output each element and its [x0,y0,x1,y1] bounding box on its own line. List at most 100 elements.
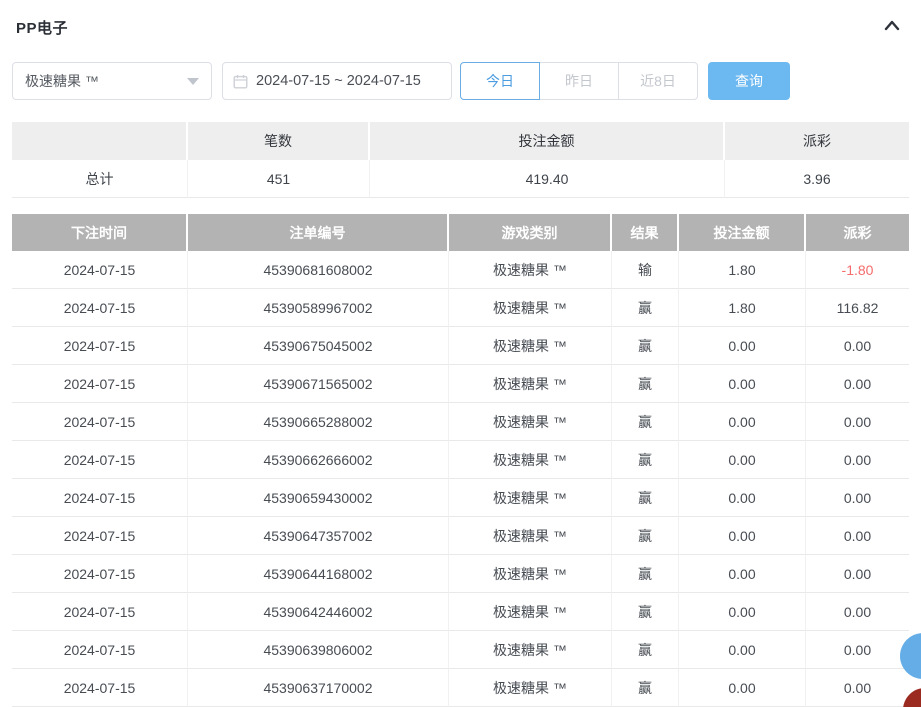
header-payout: 派彩 [806,214,909,251]
cell-result: 赢 [612,365,679,403]
cell-game: 极速糖果 ™ [449,289,612,327]
cell-bet-id: 45390637170002 [188,669,449,707]
table-row: 2024-07-1545390675045002极速糖果 ™赢0.000.00 [12,327,909,365]
cell-result: 赢 [612,289,679,327]
summary-header-count: 笔数 [188,122,370,160]
cell-game: 极速糖果 ™ [449,669,612,707]
summary-table: 笔数 投注金额 派彩 总计 451 419.40 3.96 [12,122,909,198]
cell-bet-time: 2024-07-15 [12,555,188,593]
cell-payout: -1.80 [806,251,909,289]
cell-bet-time: 2024-07-15 [12,479,188,517]
cell-payout: 0.00 [806,593,909,631]
panel-header: PP电子 [0,0,921,38]
cell-bet-id: 45390662666002 [188,441,449,479]
game-select-value: 极速糖果 ™ [25,71,99,91]
total-payout: 3.96 [725,160,909,198]
pp-electronic-panel: PP电子 极速糖果 ™ 2024-07-15 ~ 2024-07-15 今日 昨… [0,0,921,707]
cell-bet-time: 2024-07-15 [12,517,188,555]
last-8-days-button[interactable]: 近8日 [618,62,698,100]
cell-bet-id: 45390681608002 [188,251,449,289]
table-row: 2024-07-1545390644168002极速糖果 ™赢0.000.00 [12,555,909,593]
search-button[interactable]: 查询 [708,62,790,100]
table-row: 2024-07-1545390637170002极速糖果 ™赢0.000.00 [12,669,909,707]
cell-bet-amount: 0.00 [679,403,806,441]
cell-bet-id: 45390642446002 [188,593,449,631]
table-row: 2024-07-1545390681608002极速糖果 ™输1.80-1.80 [12,251,909,289]
cell-bet-amount: 0.00 [679,517,806,555]
cell-bet-amount: 0.00 [679,631,806,669]
cell-result: 赢 [612,631,679,669]
cell-bet-amount: 0.00 [679,441,806,479]
cell-bet-amount: 0.00 [679,327,806,365]
cell-game: 极速糖果 ™ [449,365,612,403]
cell-result: 赢 [612,327,679,365]
cell-game: 极速糖果 ™ [449,593,612,631]
total-bet-amount: 419.40 [370,160,725,198]
total-count: 451 [188,160,370,198]
cell-bet-id: 45390675045002 [188,327,449,365]
cell-bet-time: 2024-07-15 [12,289,188,327]
cell-bet-amount: 0.00 [679,669,806,707]
summary-header-row: 笔数 投注金额 派彩 [12,122,909,160]
cell-result: 赢 [612,403,679,441]
cell-result: 赢 [612,593,679,631]
table-row: 2024-07-1545390662666002极速糖果 ™赢0.000.00 [12,441,909,479]
cell-bet-time: 2024-07-15 [12,251,188,289]
cell-bet-time: 2024-07-15 [12,441,188,479]
cell-bet-id: 45390665288002 [188,403,449,441]
detail-table-body: 2024-07-1545390681608002极速糖果 ™输1.80-1.80… [12,251,909,707]
collapse-button[interactable] [883,18,901,37]
summary-header-payout: 派彩 [725,122,909,160]
table-row: 2024-07-1545390671565002极速糖果 ™赢0.000.00 [12,365,909,403]
cell-payout: 0.00 [806,555,909,593]
cell-game: 极速糖果 ™ [449,517,612,555]
cell-game: 极速糖果 ™ [449,479,612,517]
calendar-icon [233,74,248,89]
summary-header-bet-amount: 投注金额 [370,122,725,160]
cell-game: 极速糖果 ™ [449,327,612,365]
cell-game: 极速糖果 ™ [449,403,612,441]
header-bet-time: 下注时间 [12,214,188,251]
cell-game: 极速糖果 ™ [449,555,612,593]
cell-payout: 0.00 [806,631,909,669]
quick-range-group: 今日 昨日 近8日 [460,62,698,100]
chevron-up-icon [883,18,901,37]
cell-bet-id: 45390589967002 [188,289,449,327]
cell-bet-id: 45390659430002 [188,479,449,517]
header-game-category: 游戏类别 [449,214,612,251]
summary-total-row: 总计 451 419.40 3.96 [12,160,909,198]
chevron-down-icon [187,78,199,85]
date-range-input[interactable]: 2024-07-15 ~ 2024-07-15 [222,62,452,100]
game-select[interactable]: 极速糖果 ™ [12,62,212,100]
today-button[interactable]: 今日 [460,62,540,100]
cell-bet-amount: 0.00 [679,479,806,517]
cell-game: 极速糖果 ™ [449,251,612,289]
cell-bet-amount: 0.00 [679,365,806,403]
cell-payout: 0.00 [806,327,909,365]
cell-bet-id: 45390644168002 [188,555,449,593]
cell-bet-time: 2024-07-15 [12,669,188,707]
cell-bet-id: 45390639806002 [188,631,449,669]
cell-result: 赢 [612,669,679,707]
cell-payout: 0.00 [806,479,909,517]
cell-bet-amount: 1.80 [679,289,806,327]
header-bet-id: 注单编号 [188,214,449,251]
cell-payout: 0.00 [806,517,909,555]
cell-bet-id: 45390647357002 [188,517,449,555]
cell-bet-amount: 0.00 [679,593,806,631]
detail-table: 下注时间 注单编号 游戏类别 结果 投注金额 派彩 2024-07-154539… [12,214,909,707]
yesterday-button[interactable]: 昨日 [539,62,619,100]
cell-bet-time: 2024-07-15 [12,365,188,403]
table-row: 2024-07-1545390659430002极速糖果 ™赢0.000.00 [12,479,909,517]
filter-row: 极速糖果 ™ 2024-07-15 ~ 2024-07-15 今日 昨日 近8日… [12,62,909,100]
cell-result: 赢 [612,517,679,555]
summary-header-empty [12,122,188,160]
cell-bet-time: 2024-07-15 [12,631,188,669]
table-row: 2024-07-1545390589967002极速糖果 ™赢1.80116.8… [12,289,909,327]
cell-payout: 0.00 [806,669,909,707]
cell-payout: 0.00 [806,403,909,441]
cell-result: 输 [612,251,679,289]
cell-game: 极速糖果 ™ [449,631,612,669]
cell-payout: 116.82 [806,289,909,327]
page-title: PP电子 [16,17,68,38]
